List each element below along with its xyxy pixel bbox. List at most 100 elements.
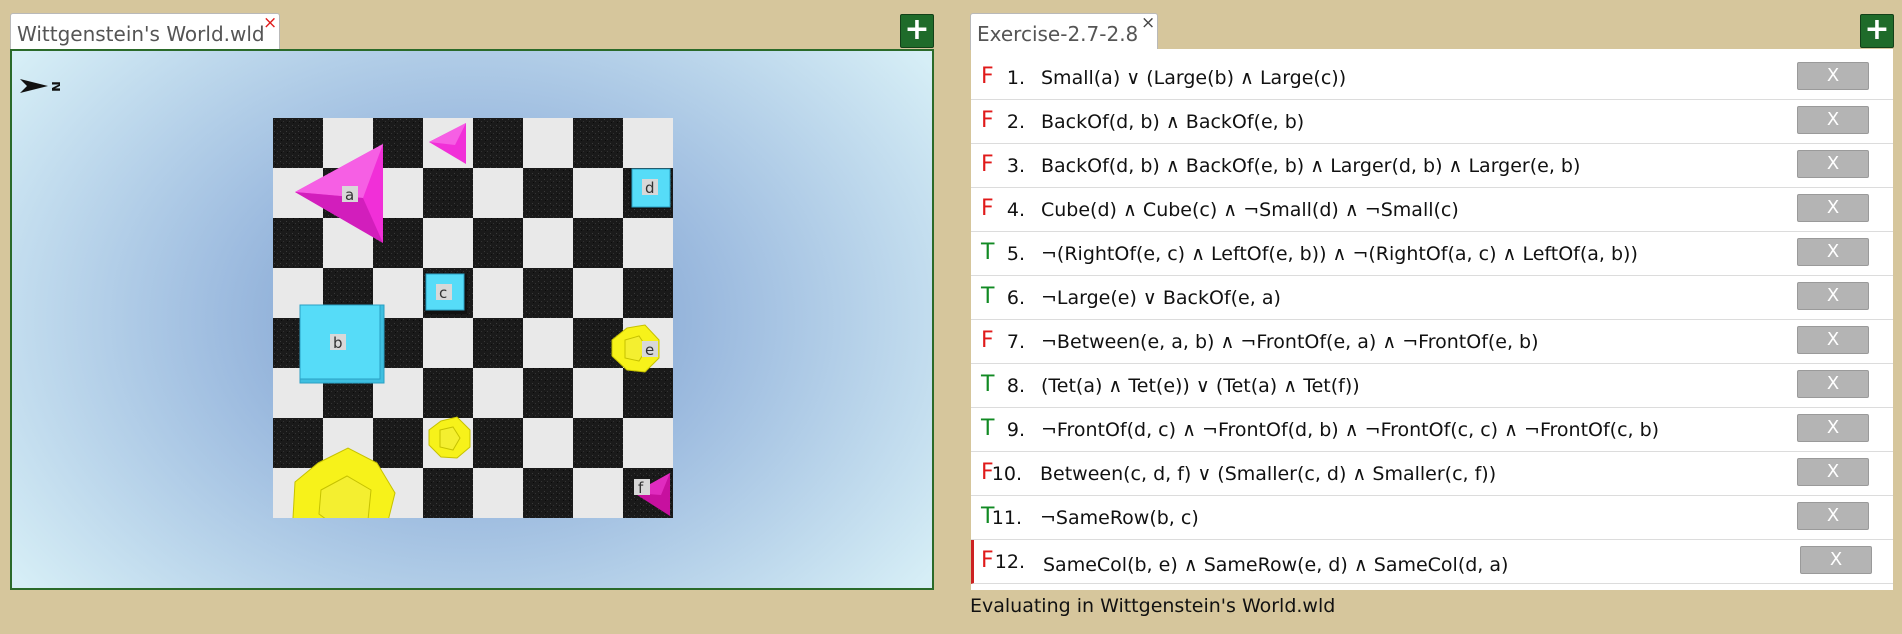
object-d-cube[interactable]: d [630, 168, 671, 209]
sentence-number: 10. [991, 463, 1022, 485]
sentence-formula[interactable]: (Tet(a) ∧ Tet(e)) ∨ (Tet(a) ∧ Tet(f)) [1041, 375, 1360, 397]
remove-sentence-button[interactable]: X [1797, 106, 1869, 134]
remove-sentence-button[interactable]: X [1797, 502, 1869, 530]
add-world-button[interactable]: + [900, 14, 934, 48]
board-square[interactable] [623, 418, 673, 468]
sentence-number: 11. [991, 507, 1022, 529]
object-b-cube[interactable]: b [299, 304, 385, 384]
board-square[interactable] [573, 418, 623, 468]
sentence-row[interactable]: F 3. BackOf(d, b) ∧ BackOf(e, b) ∧ Larger(… [971, 144, 1893, 188]
remove-sentence-button[interactable]: X [1797, 370, 1869, 398]
sentence-formula[interactable]: SameCol(b, e) ∧ SameRow(e, d) ∧ SameCol(… [1043, 554, 1508, 576]
board-square[interactable] [523, 268, 573, 318]
remove-sentence-button[interactable]: X [1797, 194, 1869, 222]
sentence-row[interactable]: T 5. ¬(RightOf(e, c) ∧ LeftOf(e, b)) ∧ ¬(R… [971, 232, 1893, 276]
sentence-row[interactable]: T 8. (Tet(a) ∧ Tet(e)) ∨ (Tet(a) ∧ Tet(f))… [971, 364, 1893, 408]
board-square[interactable] [523, 368, 573, 418]
sentence-number: 5. [1006, 243, 1025, 265]
sentence-formula[interactable]: Cube(d) ∧ Cube(c) ∧ ¬Small(d) ∧ ¬Small(c… [1041, 199, 1459, 221]
board-square[interactable] [473, 268, 523, 318]
sentence-row[interactable]: T 9. ¬FrontOf(d, c) ∧ ¬FrontOf(d, b) ∧ ¬Fr… [971, 408, 1893, 452]
board-square[interactable] [573, 368, 623, 418]
board-square[interactable] [473, 418, 523, 468]
remove-sentence-button[interactable]: X [1797, 326, 1869, 354]
chessboard[interactable]: b c d a e f [273, 118, 673, 518]
board-square[interactable] [423, 368, 473, 418]
board-square[interactable] [523, 168, 573, 218]
board-square[interactable] [473, 218, 523, 268]
sentence-row[interactable]: F 4. Cube(d) ∧ Cube(c) ∧ ¬Small(d) ∧ ¬Smal… [971, 188, 1893, 232]
board-square[interactable] [273, 118, 323, 168]
sentence-formula[interactable]: ¬Between(e, a, b) ∧ ¬FrontOf(e, a) ∧ ¬Fr… [1041, 331, 1539, 353]
sentence-row[interactable]: F 1. Small(a) ∨ (Large(b) ∧ Large(c)) X [971, 56, 1893, 100]
sentence-row[interactable]: T 6. ¬Large(e) ∨ BackOf(e, a) X [971, 276, 1893, 320]
sentence-formula[interactable]: BackOf(d, b) ∧ BackOf(e, b) ∧ Larger(d, … [1041, 155, 1580, 177]
board-square[interactable] [573, 468, 623, 518]
sentence-list[interactable]: F 1. Small(a) ∨ (Large(b) ∧ Large(c)) X F 2. B… [971, 49, 1893, 590]
sentence-tab-title: Exercise-2.7-2.8 [977, 22, 1139, 46]
remove-sentence-button[interactable]: X [1800, 546, 1872, 574]
status-text: Evaluating in Wittgenstein's World.wld [970, 595, 1336, 617]
sentence-row[interactable]: F 7. ¬Between(e, a, b) ∧ ¬FrontOf(e, a) ∧ … [971, 320, 1893, 364]
board-square[interactable] [623, 268, 673, 318]
sentence-number: 1. [1006, 67, 1025, 89]
close-icon[interactable]: × [1141, 15, 1155, 32]
board-square[interactable] [623, 218, 673, 268]
sentence-formula[interactable]: ¬SameRow(b, c) [1040, 507, 1199, 529]
close-icon[interactable]: × [263, 15, 277, 32]
sentence-formula[interactable]: Small(a) ∨ (Large(b) ∧ Large(c)) [1041, 67, 1346, 89]
sentence-row[interactable]: F 2. BackOf(d, b) ∧ BackOf(e, b) X [971, 100, 1893, 144]
sentence-formula[interactable]: ¬Large(e) ∨ BackOf(e, a) [1041, 287, 1281, 309]
board-square[interactable] [473, 118, 523, 168]
board-square[interactable] [273, 418, 323, 468]
object-a-label: a [345, 186, 354, 204]
board-square[interactable] [373, 418, 423, 468]
sentence-row[interactable]: F 12. SameCol(b, e) ∧ SameRow(e, d) ∧ Same… [971, 540, 1893, 584]
sentence-number: 6. [1006, 287, 1025, 309]
board-square[interactable] [473, 368, 523, 418]
sentence-formula[interactable]: Between(c, d, f) ∨ (Smaller(c, d) ∧ Smal… [1040, 463, 1496, 485]
sentence-row[interactable]: T 11. ¬SameRow(b, c) X [971, 496, 1893, 540]
remove-sentence-button[interactable]: X [1797, 238, 1869, 266]
compass-label: N [48, 81, 60, 92]
board-square[interactable] [473, 468, 523, 518]
object-d-label: d [645, 179, 655, 197]
board-square[interactable] [523, 468, 573, 518]
board-square[interactable] [523, 218, 573, 268]
sentence-tab[interactable]: Exercise-2.7-2.8 × [970, 13, 1158, 50]
sentence-formula[interactable]: BackOf(d, b) ∧ BackOf(e, b) [1041, 111, 1304, 133]
board-square[interactable] [423, 318, 473, 368]
board-square[interactable] [573, 268, 623, 318]
sentence-formula[interactable]: ¬(RightOf(e, c) ∧ LeftOf(e, b)) ∧ ¬(Righ… [1041, 243, 1638, 265]
board-square[interactable] [623, 118, 673, 168]
board-square[interactable] [623, 368, 673, 418]
board-square[interactable] [423, 168, 473, 218]
board-square[interactable] [423, 468, 473, 518]
sentence-number: 8. [1006, 375, 1025, 397]
object-c-cube[interactable]: c [425, 273, 467, 314]
board-square[interactable] [523, 318, 573, 368]
add-sentence-button[interactable]: + [1860, 14, 1894, 48]
remove-sentence-button[interactable]: X [1797, 150, 1869, 178]
board-square[interactable] [473, 168, 523, 218]
board-square[interactable] [423, 218, 473, 268]
world-tab[interactable]: Wittgenstein's World.wld × [10, 13, 280, 50]
board-square[interactable] [573, 168, 623, 218]
board-square[interactable] [523, 118, 573, 168]
remove-sentence-button[interactable]: X [1797, 458, 1869, 486]
board-square[interactable] [573, 218, 623, 268]
sentence-row[interactable]: F 10. Between(c, d, f) ∨ (Smaller(c, d) ∧ … [971, 452, 1893, 496]
remove-sentence-button[interactable]: X [1797, 414, 1869, 442]
board-square[interactable] [273, 218, 323, 268]
world-view[interactable]: N b c [10, 49, 934, 590]
remove-sentence-button[interactable]: X [1797, 282, 1869, 310]
board-square[interactable] [573, 118, 623, 168]
object-f-label: f [638, 479, 644, 497]
object-e-label: e [645, 341, 654, 359]
remove-sentence-button[interactable]: X [1797, 62, 1869, 90]
sentence-number: 4. [1006, 199, 1025, 221]
board-square[interactable] [523, 418, 573, 468]
sentence-number: 9. [1006, 419, 1025, 441]
board-square[interactable] [473, 318, 523, 368]
sentence-formula[interactable]: ¬FrontOf(d, c) ∧ ¬FrontOf(d, b) ∧ ¬Front… [1041, 419, 1659, 441]
